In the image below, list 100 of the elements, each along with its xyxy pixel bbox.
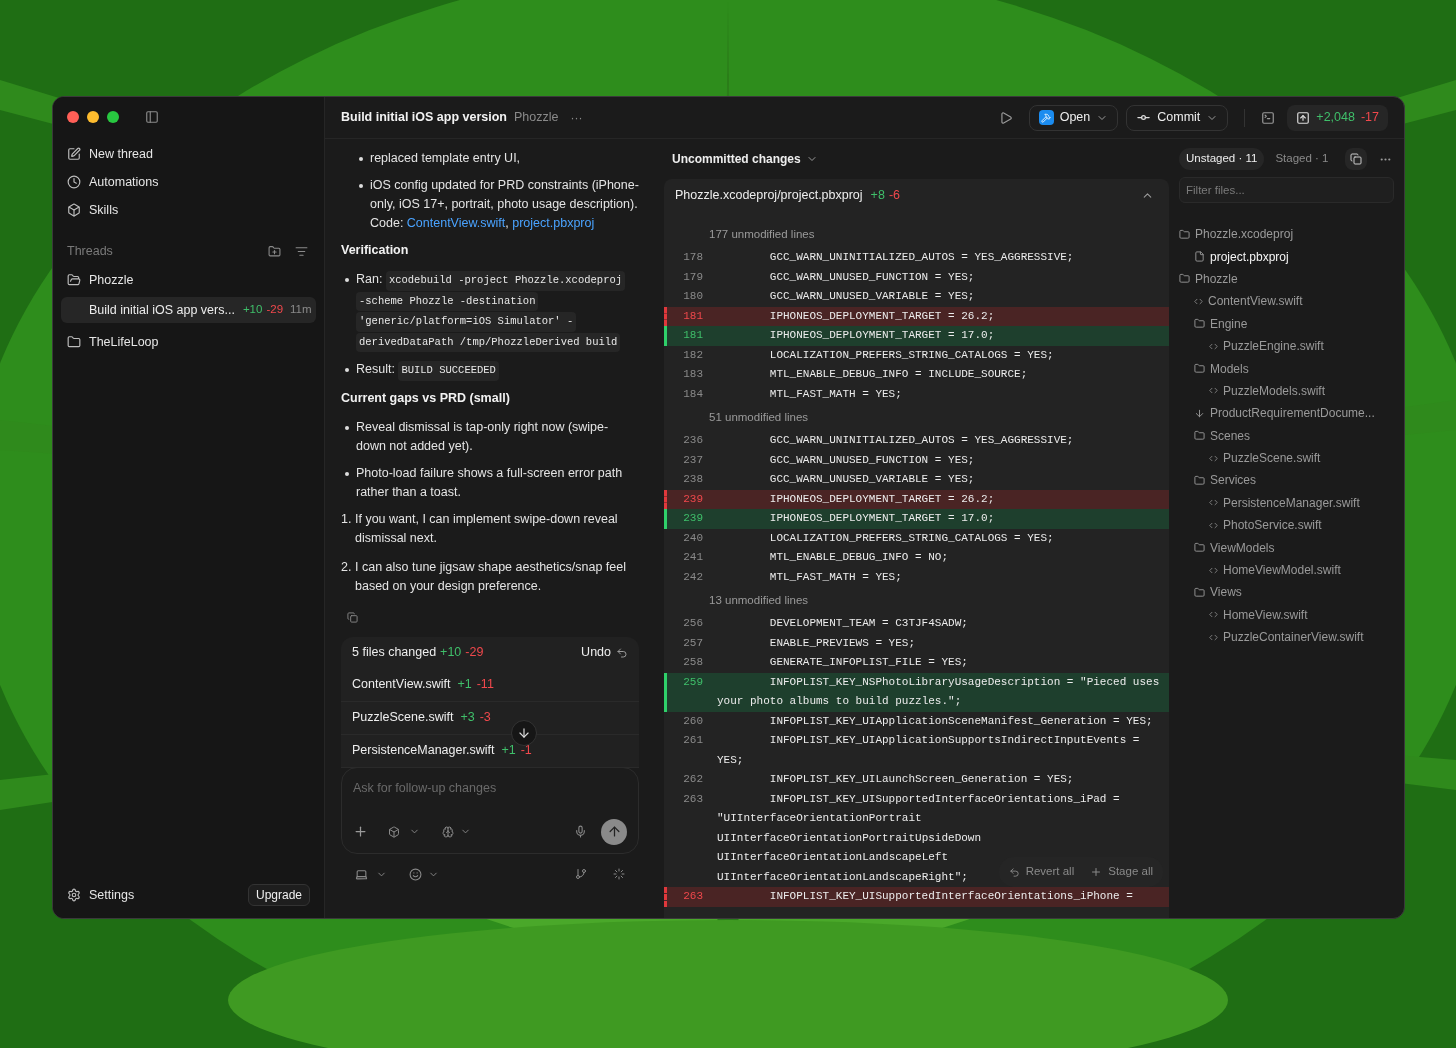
code-line: LOCALIZATION_PREFERS_STRING_CATALOGS = YES;: [769, 347, 1054, 363]
code-line: GCC_WARN_UNUSED_FUNCTION = YES;: [769, 452, 975, 468]
code-line: IPHONEOS_DEPLOYMENT_TARGET = 26.2;: [769, 491, 995, 507]
code-line: MTL_FAST_MATH = YES;: [769, 569, 902, 585]
tree-item[interactable]: HomeView.swift: [1223, 605, 1308, 624]
code-line: GCC_WARN_UNINITIALIZED_AUTOS = YES_AGGRESSIVE;: [769, 433, 1074, 448]
inline-code: 'generic/platform=iOS Simulator' -: [356, 312, 577, 332]
tree-item[interactable]: ViewModels: [1210, 538, 1275, 557]
code-line: IPHONEOS_DEPLOYMENT_TARGET = 17.0;: [769, 511, 995, 526]
line-number: 240: [683, 531, 703, 544]
open-button[interactable]: Open: [1028, 104, 1119, 131]
line-number: 258: [683, 656, 703, 668]
diff-card: Phozzle.xcodeproj/project.pbxproj +8 -6 177 unmodified lines 178 GCC_WARN_UNINITIALIZED_AUTOS = YES_AGGRESSIVE; 179 GCC_WARN_UNUSED_FUNCTION = YES; 180 GCC_WARN_UNUSED_VARIABLE = YES; 181 IPHONEOS_DEPLOYMENT_TARGET = 26.2; 181 IPHONEOS_DEPLOYMENT_TARGET = 17.0; 182 LOCALIZATION_PREFERS_STRING_CATALOGS = YES; 183 MTL_ENABLE_DEBUG_INFO = INCLUDE_SOURCE; 184 MTL_FAST_MATH = YES; 51 unmodified lines 236 GCC_WARN_UNINITIALIZED_AUTOS = YES_AGGRESSIVE; 237 GCC_WARN_UNUSED_FUNCTION = YES; 238 GCC_WARN_UNUSED_VARIABLE = YES; 239 IPHONEOS_DEPLOYMENT_TARGET = 26.2; 239 IPHONEOS_DEPLOYMENT_TARGET = 17.0; 240 LOCALIZATION_PREFERS_STRING_CATALOGS = YES; 241 MTL_ENABLE_DEBUG_INFO = NO; 242 MTL_FAST_MATH = YES; 13 unmodified lines 256 DEVELOPMENT_TEAM = C3TJF4SADW; 257 ENABLE_PREVIEWS = YES; 258 GENERATE_INFOPLIST_FILE = YES; 259 INFOPLIST_KEY_NSPhotoLibraryUsageDescription = "Pieced uses your photo albums to build puzzles."; 260 INFOPLIST_KEY_UIApplicationSceneManifest_Generation = YES; 261 INFOPLIST_KEY_UIApplicationSupportsIndirectInputEvents = YES; 262 INFOPLIST_KEY_UILaunchScreen_Generation = YES; 263 INFOPLIST_KEY_UISupportedInterfaceOrientations_iPad = "UIInterfaceOrientationPortrait UIInterfaceOrientationPortraitUpsideDown UIInterfaceOrientationLandscapeLeft UIInterfaceOrientationLandscapeRight"; Revert all Stage all 263 INFOPLIST_KEY_UISupportedInterfaceOrientations_iPhone =: [664, 179, 1169, 918]
undo-button[interactable]: Undo: [581, 643, 628, 662]
tree-item[interactable]: PhotoService.swift: [1223, 516, 1322, 535]
line-number: 238: [683, 473, 703, 485]
code-line: IPHONEOS_DEPLOYMENT_TARGET = 17.0;: [769, 328, 995, 343]
message-text: ,: [505, 216, 510, 230]
tree-item[interactable]: project.pbxproj: [1210, 247, 1289, 266]
thread-item[interactable]: Build initial iOS app vers... +10 -29 11m: [61, 297, 316, 323]
line-number: 181: [683, 309, 703, 322]
code-line: "UIInterfaceOrientationPortrait: [717, 811, 922, 826]
push-button[interactable]: +2,048 -17: [1287, 104, 1388, 131]
tree-item[interactable]: Engine: [1210, 314, 1248, 333]
collapsed-lines-label[interactable]: 177 unmodified lines: [709, 224, 815, 245]
code-line: INFOPLIST_KEY_UILaunchScreen_Generation = YES;: [769, 772, 1074, 787]
tree-item[interactable]: Phozzle: [1195, 269, 1238, 288]
tree-item[interactable]: PersistenceManager.swift: [1223, 493, 1360, 512]
stage-tab[interactable]: Unstaged · 11: [1179, 148, 1265, 170]
code-line: UIInterfaceOrientationLandscapeRight";: [717, 869, 968, 885]
line-number: 262: [683, 773, 703, 785]
code-line: DEVELOPMENT_TEAM = C3TJF4SADW;: [769, 616, 968, 631]
tree-item[interactable]: Services: [1210, 471, 1256, 490]
line-number: 239: [683, 512, 703, 524]
line-number: 184: [683, 387, 703, 400]
tree-item[interactable]: Views: [1210, 583, 1242, 602]
threads-heading: Threads: [67, 242, 113, 260]
diff-scope-selector[interactable]: Uncommitted changes: [672, 150, 801, 168]
tree-item[interactable]: PuzzleModels.swift: [1223, 381, 1326, 400]
code-line: INFOPLIST_KEY_UIApplicationSceneManifest_Generation = YES;: [769, 713, 1153, 729]
changed-file-row[interactable]: ContentView.swift +1 -11: [341, 668, 639, 702]
tree-item[interactable]: PuzzleEngine.swift: [1223, 337, 1324, 356]
more-menu[interactable]: ···: [570, 108, 583, 127]
stage-tab[interactable]: Staged · 1: [1268, 148, 1336, 170]
code-line: INFOPLIST_KEY_UISupportedInterfaceOrientations_iPad =: [769, 791, 1120, 807]
settings-link[interactable]: Settings: [89, 885, 135, 905]
nav-item[interactable]: New thread: [89, 144, 153, 164]
line-number: 181: [683, 329, 703, 341]
tree-item[interactable]: Scenes: [1210, 426, 1251, 445]
line-number: 256: [683, 617, 703, 629]
tree-item[interactable]: HomeViewModel.swift: [1223, 561, 1341, 580]
message-text: Ran:: [356, 272, 384, 286]
stage-all-button[interactable]: Stage all: [1090, 862, 1153, 882]
code-line: INFOPLIST_KEY_UIApplicationSupportsIndirectInputEvents =: [769, 733, 1140, 748]
revert-all-button[interactable]: Revert all: [1008, 862, 1075, 882]
tree-item[interactable]: PuzzleScene.swift: [1223, 449, 1321, 468]
file-link[interactable]: project.pbxproj: [512, 216, 595, 230]
inline-code: xcodebuild -project Phozzle.xcodeproj: [385, 271, 626, 291]
changes-card: 5 files changed +10 -29 Undo ContentView.swift +1 -11 PuzzleScene.swift +3 -3 PersistenceManager.swift +1 -1: [341, 636, 639, 768]
line-number: 242: [683, 570, 703, 583]
message-text: Photo-load failure shows a full-screen error path rather than a toast.: [356, 465, 623, 499]
code-line: IPHONEOS_DEPLOYMENT_TARGET = 26.2;: [769, 308, 995, 324]
inline-code: BUILD SUCCEEDED: [398, 361, 499, 381]
line-number: 237: [683, 453, 703, 466]
nav-item[interactable]: Skills: [89, 200, 119, 220]
code-line: LOCALIZATION_PREFERS_STRING_CATALOGS = YES;: [769, 530, 1054, 546]
message-text: I can also tune jigsaw shape aesthetics/snap feel based on your design preference.: [355, 559, 626, 593]
code-line: INFOPLIST_KEY_UISupportedInterfaceOrientations_iPhone =: [769, 889, 1133, 904]
code-line: UIInterfaceOrientationLandscapeLeft: [717, 850, 949, 865]
line-number: 180: [683, 290, 703, 302]
line-number: 263: [683, 890, 703, 902]
code-line: GCC_WARN_UNUSED_VARIABLE = YES;: [769, 472, 975, 487]
line-number: 179: [683, 270, 703, 283]
tree-item[interactable]: Phozzle.xcodeproj: [1195, 225, 1294, 244]
line-number: 257: [683, 636, 703, 649]
nav-item[interactable]: Automations: [89, 172, 159, 192]
collapsed-lines-label[interactable]: 13 unmodified lines: [709, 590, 809, 611]
commit-button[interactable]: Commit: [1126, 104, 1229, 131]
line-number: 236: [683, 434, 703, 446]
line-number: 178: [683, 251, 703, 263]
tree-item[interactable]: ProductRequirementDocume...: [1210, 404, 1375, 423]
section-heading: Verification: [341, 242, 410, 259]
filter-field[interactable]: Filter files...: [1179, 177, 1394, 203]
message-text: Reveal dismissal is tap-only right now (swipe-down not added yet).: [356, 419, 609, 453]
code-line: INFOPLIST_KEY_NSPhotoLibraryUsageDescription = "Pieced uses: [769, 674, 1160, 690]
code-line: GCC_WARN_UNUSED_FUNCTION = YES;: [769, 269, 975, 285]
collapsed-lines-label[interactable]: 51 unmodified lines: [709, 407, 809, 428]
tree-item[interactable]: Models: [1210, 359, 1249, 378]
line-number: 239: [683, 492, 703, 505]
upgrade-button[interactable]: Upgrade: [247, 884, 310, 906]
code-line: GCC_WARN_UNINITIALIZED_AUTOS = YES_AGGRESSIVE;: [769, 250, 1074, 265]
tree-item[interactable]: ContentView.swift: [1208, 292, 1303, 311]
message-input[interactable]: Ask for follow-up changes: [353, 778, 627, 798]
thread-title: Build initial iOS app version: [341, 109, 507, 127]
line-number: 259: [683, 675, 703, 688]
project-name[interactable]: TheLifeLoop: [89, 332, 159, 352]
tree-item[interactable]: PuzzleContainerView.swift: [1223, 628, 1364, 647]
project-name[interactable]: Phozzle: [89, 270, 134, 290]
code-line: ENABLE_PREVIEWS = YES;: [769, 635, 916, 651]
list-number: 2.: [341, 558, 353, 576]
